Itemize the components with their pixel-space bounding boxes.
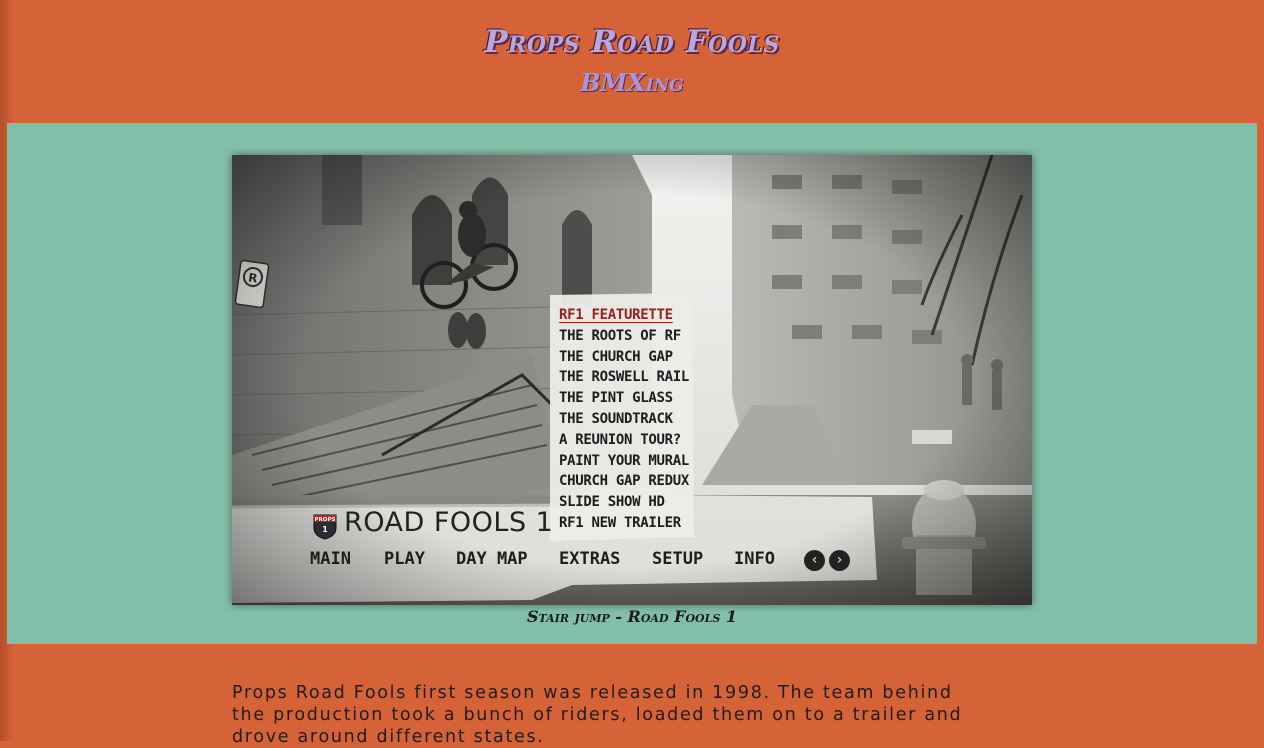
nav-day-map[interactable]: DAY MAP bbox=[456, 546, 528, 572]
dvd-nav-bar: MAIN PLAY DAY MAP EXTRAS SETUP INFO ‹ › bbox=[310, 546, 870, 572]
menu-item-slide-show[interactable]: SLIDE SHOW HD bbox=[552, 492, 692, 513]
menu-item-church-gap-redux[interactable]: CHURCH GAP REDUX bbox=[552, 471, 692, 492]
featured-image-band: R RF1 FEATURETTE THE ROOTS OF RF THE CHU… bbox=[7, 123, 1257, 644]
svg-text:1: 1 bbox=[322, 525, 328, 534]
menu-item-soundtrack[interactable]: THE SOUNDTRACK bbox=[552, 409, 692, 430]
nav-info[interactable]: INFO bbox=[734, 546, 775, 572]
featured-photo: R RF1 FEATURETTE THE ROOTS OF RF THE CHU… bbox=[232, 155, 1032, 605]
menu-item-featurette[interactable]: RF1 FEATURETTE bbox=[552, 305, 692, 326]
nav-extras[interactable]: EXTRAS bbox=[559, 546, 620, 572]
site-title: Props Road Fools bbox=[484, 24, 780, 60]
intro-paragraph: Props Road Fools first season was releas… bbox=[232, 683, 963, 747]
nav-play[interactable]: PLAY bbox=[384, 546, 425, 572]
dvd-chapter-menu: RF1 FEATURETTE THE ROOTS OF RF THE CHURC… bbox=[552, 305, 692, 534]
site-subtitle: BMXing bbox=[580, 68, 684, 97]
menu-item-roots[interactable]: THE ROOTS OF RF bbox=[552, 326, 692, 347]
next-arrow-icon[interactable]: › bbox=[829, 550, 850, 571]
prev-arrow-icon[interactable]: ‹ bbox=[804, 550, 825, 571]
nav-setup[interactable]: SETUP bbox=[652, 546, 703, 572]
photo-caption: Stair jump - Road Fools 1 bbox=[527, 607, 737, 626]
props-badge-icon: PROPS 1 bbox=[313, 514, 337, 540]
nav-main[interactable]: MAIN bbox=[310, 546, 351, 572]
site-header: Props Road Fools BMXing bbox=[0, 0, 1264, 123]
dvd-logo-title: ROAD FOOLS 1 bbox=[344, 507, 554, 538]
props-badge-label: PROPS bbox=[315, 517, 336, 523]
menu-item-reunion-tour[interactable]: A REUNION TOUR? bbox=[552, 430, 692, 451]
menu-item-new-trailer[interactable]: RF1 NEW TRAILER bbox=[552, 513, 692, 534]
menu-item-pint-glass[interactable]: THE PINT GLASS bbox=[552, 388, 692, 409]
menu-item-roswell-rail[interactable]: THE ROSWELL RAIL bbox=[552, 367, 692, 388]
menu-item-church-gap[interactable]: THE CHURCH GAP bbox=[552, 347, 692, 368]
menu-item-paint-mural[interactable]: PAINT YOUR MURAL bbox=[552, 451, 692, 472]
